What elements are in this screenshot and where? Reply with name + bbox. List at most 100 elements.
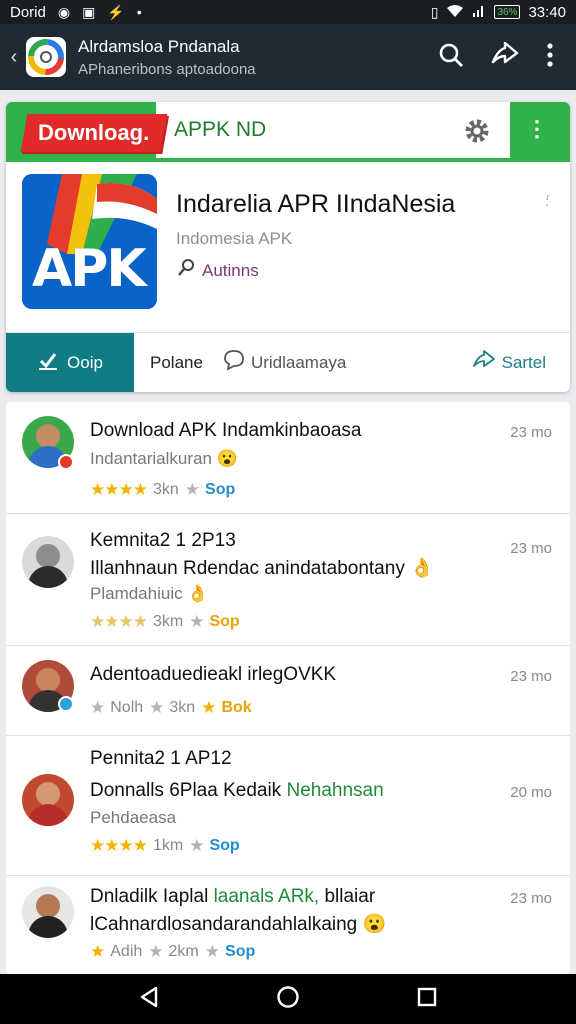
avatar-badge-icon: [58, 696, 74, 712]
item-title: Dnladilk Iaplal laanals ARk, bllaiar: [90, 886, 376, 907]
item-title: Download APK Indamkinbaoasa: [90, 420, 362, 441]
battery-icon: 36%: [494, 5, 521, 19]
rating-stars-icon: ★★★★: [90, 612, 148, 631]
download-button[interactable]: Ooip: [6, 332, 134, 392]
card-more-icon[interactable]: ·:: [545, 188, 550, 208]
item-meta-a2: 3kn: [169, 699, 196, 716]
item-meta-a: 3km: [152, 613, 184, 630]
author-name: Autinns: [202, 260, 259, 280]
battery-percent: 36%: [497, 6, 518, 18]
comment-icon: [223, 349, 245, 376]
foot-option-b-label: Uridlaamaya: [250, 352, 347, 372]
list-item[interactable]: Pennita2 1 AP12 Donnalls 6Plaa Kedaik Ne…: [6, 736, 570, 876]
star-icon: ★: [189, 836, 204, 855]
item-meta: ★★★★ 3km ★ Sop: [90, 612, 240, 632]
share-button[interactable]: Sartel: [472, 350, 546, 375]
item-line3: Plamdahiuic 👌: [90, 584, 209, 603]
avatar: [22, 774, 74, 826]
app-bar: ‹ Alrdamsloa Pndanala APhaneribons aptoa…: [0, 24, 576, 90]
app-logo: [26, 37, 66, 77]
item-meta: ★ Nolh ★ 3kn ★ Bok: [90, 698, 252, 718]
app-name: Indarelia APR IIndaNesia: [176, 190, 456, 218]
item-title: Adentoaduedieakl irlegOVKK: [90, 664, 337, 685]
dot-icon: •: [136, 4, 142, 20]
avatar-badge-icon: [58, 454, 74, 470]
list-item[interactable]: Download APK Indamkinbaoasa Indantarialk…: [6, 402, 570, 514]
foot-option-b[interactable]: Uridlaamaya: [223, 349, 346, 376]
item-meta: ★★★★ 3kn ★ Sop: [90, 480, 235, 500]
list-item[interactable]: Dnladilk Iaplal laanals ARk, bllaiar lCa…: [6, 876, 570, 974]
foot-option-a[interactable]: Polane: [150, 353, 203, 373]
banner-more-icon[interactable]: ⋮: [526, 116, 548, 142]
item-title: Pennita2 1 AP12: [90, 748, 232, 769]
item-subtitle: Indantarialkuran 😮: [90, 449, 238, 468]
back-icon[interactable]: ‹: [4, 46, 24, 69]
download-icon: [37, 349, 59, 376]
search-icon[interactable]: [438, 42, 464, 73]
share-outline-icon: [472, 350, 496, 375]
item-time: 23 mo: [510, 890, 552, 907]
nav-bar: [0, 974, 576, 1024]
whatsapp-icon: ◉: [57, 4, 71, 20]
star-icon: ★: [189, 612, 204, 631]
item-time: 23 mo: [510, 540, 552, 557]
download-label: Ooip: [67, 352, 103, 372]
card-actions: Ooip Polane Uridlaamaya Sartel: [6, 332, 570, 392]
avatar: [22, 886, 74, 938]
app-info: APK Indarelia APR IIndaNesia Indomesia A…: [22, 174, 554, 314]
app-bar-title: Alrdamsloa Pndanala: [78, 36, 240, 56]
rating-stars-icon: ★★★★: [90, 480, 148, 499]
item-meta-b: Sop: [209, 837, 240, 854]
share-icon[interactable]: [490, 41, 520, 73]
item-meta: ★ Adih ★ 2km ★ Sop: [90, 942, 255, 962]
list-item[interactable]: Adentoaduedieakl irlegOVKK 23 mo ★ Nolh …: [6, 646, 570, 736]
rating-stars-icon: ★★★★: [90, 836, 148, 855]
app-icon: APK: [22, 174, 157, 309]
recents-icon[interactable]: [416, 986, 438, 1013]
status-bar: Dorid ◉ ▣ ⚡ • ▯ 36% 33:40: [0, 0, 576, 24]
item-title: Kemnita2 1 2P13: [90, 530, 236, 551]
back-nav-icon[interactable]: [138, 985, 160, 1014]
app-subtitle: Indomesia APK: [176, 229, 293, 248]
clock: 33:40: [528, 3, 566, 21]
more-vert-icon[interactable]: [546, 42, 554, 72]
item-meta-a: Nolh: [110, 699, 144, 716]
item-meta-a2: 2km: [168, 943, 199, 960]
app-banner: Downloag. APPK ND ⋮: [6, 102, 570, 162]
item-time: 23 mo: [510, 668, 552, 685]
banner-title: APPK ND: [174, 118, 267, 141]
image-icon: ▣: [82, 4, 96, 20]
star-icon: ★: [149, 698, 164, 717]
usb-icon: ⚡: [107, 4, 125, 20]
star-icon: ★: [148, 942, 163, 961]
item-subtitle: Illanhnaun Rdendac anindatabontany 👌: [90, 558, 434, 579]
carrier-label: Dorid: [10, 3, 46, 21]
gear-icon[interactable]: [464, 118, 490, 149]
item-meta-b: Bok: [221, 699, 252, 716]
home-icon[interactable]: [276, 985, 300, 1014]
share-label: Sartel: [501, 352, 546, 372]
star-icon: ★: [90, 942, 105, 961]
item-meta: ★★★★ 1km ★ Sop: [90, 836, 240, 856]
star-icon: ★: [201, 698, 216, 717]
item-meta-b: Sop: [209, 613, 240, 630]
list-item[interactable]: Kemnita2 1 2P13 Illanhnaun Rdendac anind…: [6, 514, 570, 646]
author-icon: [176, 258, 196, 283]
app-icon-text: APK: [32, 239, 147, 299]
comment-list: Download APK Indamkinbaoasa Indantarialk…: [6, 402, 570, 974]
star-icon: ★: [90, 698, 105, 717]
item-meta-b: Sop: [225, 943, 256, 960]
wifi-icon: [446, 4, 464, 20]
item-meta-b: Sop: [205, 481, 236, 498]
item-time: 20 mo: [510, 784, 552, 801]
item-meta-a: 1km: [152, 837, 184, 854]
avatar: [22, 536, 74, 588]
item-line3: Pehdaeasa: [90, 808, 177, 827]
item-subtitle: lCahnardlosandarandahlalkaing 😮: [90, 914, 387, 935]
download-badge[interactable]: Downloag.: [20, 114, 168, 152]
vibrate-icon: ▯: [430, 4, 439, 20]
star-icon: ★: [184, 480, 200, 499]
author-link[interactable]: Autinns: [176, 258, 259, 283]
star-icon: ★: [204, 942, 220, 961]
item-meta-a: 3kn: [152, 481, 179, 498]
